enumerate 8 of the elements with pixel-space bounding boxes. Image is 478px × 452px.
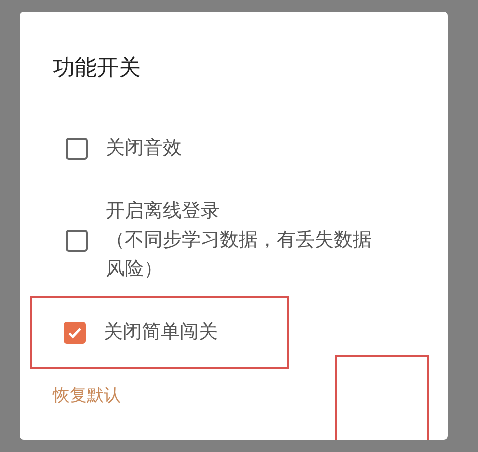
checkbox[interactable] — [66, 230, 88, 252]
option-label: 开启离线登录 （不同步学习数据，有丢失数据 风险） — [106, 199, 372, 282]
dialog-title: 功能开关 — [53, 55, 141, 83]
checkbox[interactable] — [64, 322, 86, 344]
option-label: 关闭音效 — [106, 136, 182, 161]
option-label: 关闭简单闯关 — [104, 320, 218, 345]
checkbox[interactable] — [66, 138, 88, 160]
reset-link[interactable]: 恢复默认 — [53, 384, 121, 410]
